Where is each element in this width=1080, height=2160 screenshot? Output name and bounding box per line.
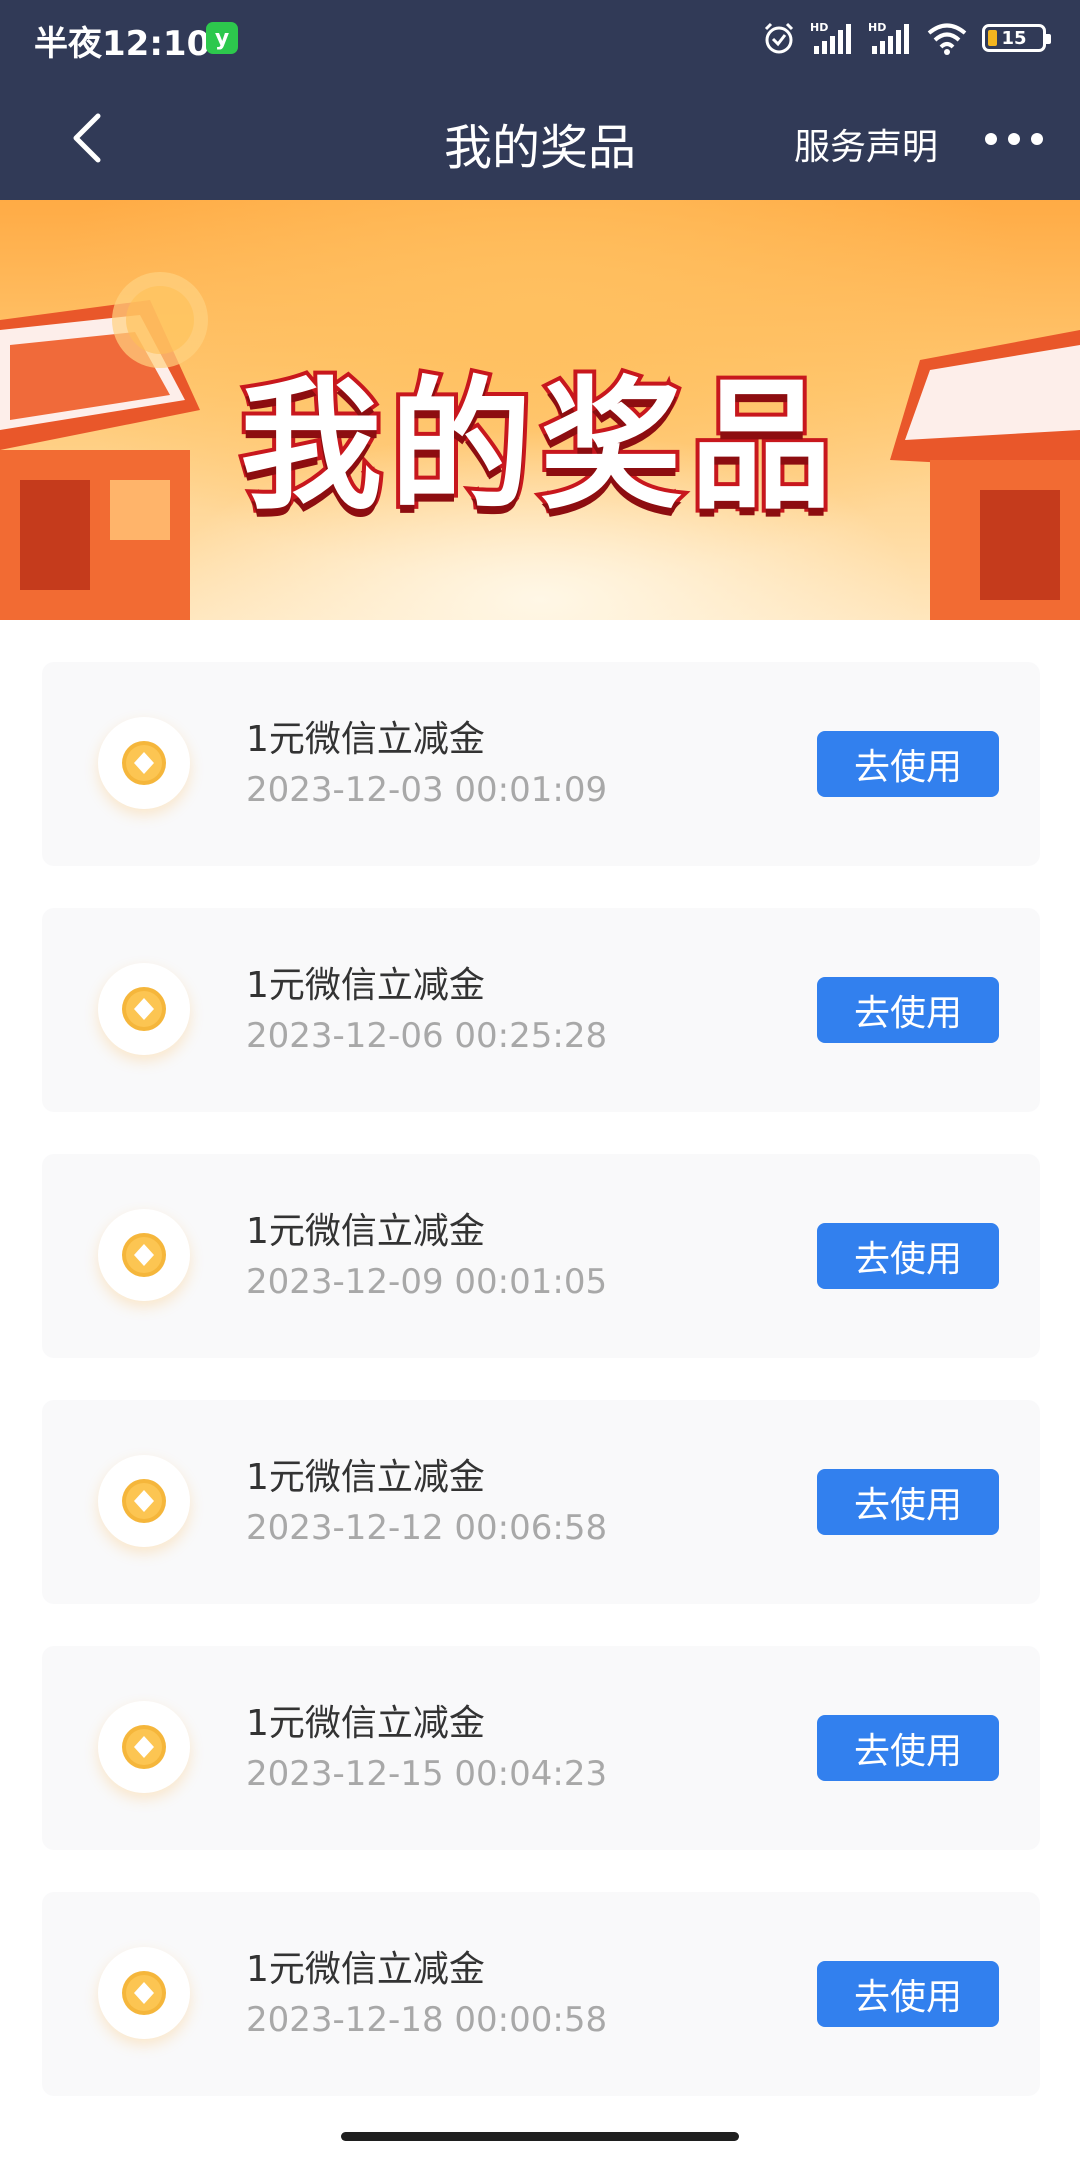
wechat-notification-icon: y: [206, 22, 238, 54]
home-indicator[interactable]: [341, 2132, 739, 2141]
network-label-1: HD: [810, 21, 828, 34]
prize-name: 1元微信立减金: [246, 719, 485, 760]
status-time: 半夜12:10: [34, 24, 211, 64]
battery-icon: 15: [982, 24, 1051, 52]
use-button[interactable]: 去使用: [817, 1223, 999, 1289]
prize-card: 1元微信立减金 2023-12-03 00:01:09 去使用: [42, 662, 1040, 866]
back-arrow-icon[interactable]: [60, 108, 120, 168]
prize-time: 2023-12-06 00:25:28: [246, 1016, 608, 1056]
alarm-icon: [764, 22, 794, 54]
prize-name: 1元微信立减金: [246, 1703, 485, 1744]
prize-time: 2023-12-12 00:06:58: [246, 1508, 608, 1548]
prize-name: 1元微信立减金: [246, 1457, 485, 1498]
battery-level: 15: [1001, 27, 1027, 49]
cellular-signal-icon: HD: [810, 21, 851, 54]
status-icons: HD HD 15: [762, 16, 1051, 60]
prize-card: 1元微信立减金 2023-12-06 00:25:28 去使用: [42, 908, 1040, 1112]
network-label-2: HD: [868, 21, 886, 34]
coin-icon: [98, 717, 190, 809]
service-statement-link[interactable]: 服务声明: [794, 118, 938, 170]
use-button[interactable]: 去使用: [817, 1469, 999, 1535]
cellular-signal-icon-2: HD: [868, 21, 909, 54]
prize-time: 2023-12-18 00:00:58: [246, 2000, 608, 2040]
prize-card: 1元微信立减金 2023-12-12 00:06:58 去使用: [42, 1400, 1040, 1604]
prize-name: 1元微信立减金: [246, 965, 485, 1006]
prize-card: 1元微信立减金 2023-12-18 00:00:58 去使用: [42, 1892, 1040, 2096]
prize-card: 1元微信立减金 2023-12-09 00:01:05 去使用: [42, 1154, 1040, 1358]
prize-name: 1元微信立减金: [246, 1211, 485, 1252]
coin-icon: [98, 963, 190, 1055]
page-title: 我的奖品: [443, 120, 636, 176]
navigation-bar: 我的奖品 服务声明: [0, 78, 1080, 200]
prize-time: 2023-12-09 00:01:05: [246, 1262, 608, 1302]
status-bar: 半夜12:10 y HD HD 15: [0, 0, 1080, 78]
use-button[interactable]: 去使用: [817, 1961, 999, 2027]
use-button[interactable]: 去使用: [817, 731, 999, 797]
use-button[interactable]: 去使用: [817, 1715, 999, 1781]
coin-icon: [98, 1947, 190, 2039]
prize-time: 2023-12-15 00:04:23: [246, 1754, 608, 1794]
more-options-icon[interactable]: [985, 126, 1055, 152]
use-button[interactable]: 去使用: [817, 977, 999, 1043]
coin-icon: [98, 1701, 190, 1793]
banner: 我的奖品: [0, 200, 1080, 620]
banner-title: 我的奖品: [236, 360, 840, 533]
wifi-icon: [927, 23, 967, 55]
prize-name: 1元微信立减金: [246, 1949, 485, 1990]
coin-icon: [98, 1455, 190, 1547]
coin-icon: [98, 1209, 190, 1301]
prize-card: 1元微信立减金 2023-12-15 00:04:23 去使用: [42, 1646, 1040, 1850]
prize-time: 2023-12-03 00:01:09: [246, 770, 608, 810]
